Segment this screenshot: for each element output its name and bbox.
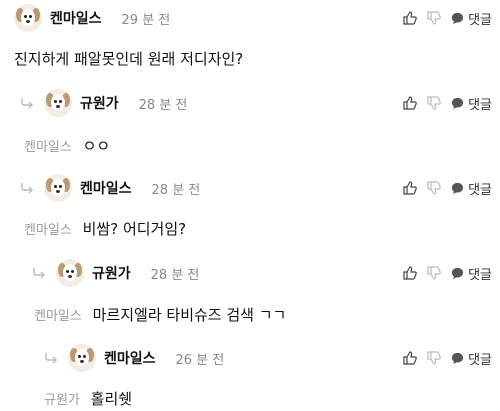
comment-header: 규원가 28 분 전 댓글 — [0, 255, 500, 291]
speech-bubble-icon — [452, 267, 464, 279]
avatar[interactable] — [68, 344, 96, 372]
speech-bubble-icon — [452, 352, 464, 364]
comment-text: 마르지엘라 타비슈즈 검색 ㄱㄱ — [92, 306, 287, 324]
avatar[interactable] — [44, 89, 72, 117]
comment-text: 비쌈? 어디거임? — [82, 220, 187, 238]
comment-actions: 댓글 — [403, 264, 492, 283]
thumbs-down-icon[interactable] — [427, 351, 441, 365]
reply-arrow-icon — [21, 98, 33, 109]
comment-actions: 댓글 — [403, 94, 492, 113]
mention-tag[interactable]: 규원가 — [44, 393, 80, 408]
reply-label: 댓글 — [468, 12, 492, 28]
mention-tag[interactable]: 켄마일스 — [24, 140, 72, 155]
avatar[interactable] — [14, 4, 42, 32]
thumbs-down-icon[interactable] — [427, 96, 441, 110]
comment-author[interactable]: 켄마일스 — [104, 348, 156, 368]
reply-label: 댓글 — [468, 182, 492, 198]
comment-author[interactable]: 켄마일스 — [80, 178, 132, 198]
thumbs-down-icon[interactable] — [427, 181, 441, 195]
thumbs-up-icon[interactable] — [403, 96, 417, 110]
speech-bubble-icon — [452, 12, 464, 24]
reply-arrow-icon — [33, 268, 45, 279]
speech-bubble-icon — [452, 182, 464, 194]
comment-body: 켄마일스 ㅇㅇ — [24, 135, 500, 156]
comment-text: 진지하게 패알못인데 원래 저디자인? — [14, 50, 244, 68]
reply-button[interactable]: 댓글 — [451, 264, 492, 283]
comment-body: 켄마일스 마르지엘라 타비슈즈 검색 ㄱㄱ — [34, 304, 500, 325]
reply-label: 댓글 — [468, 97, 492, 113]
mention-tag[interactable]: 켄마일스 — [24, 223, 72, 238]
comment-text: 홀리쉣 — [90, 390, 133, 408]
comment-actions: 댓글 — [403, 349, 492, 368]
thumbs-down-icon[interactable] — [427, 11, 441, 25]
reply-button[interactable]: 댓글 — [451, 349, 492, 368]
comment-author[interactable]: 규원가 — [92, 263, 131, 283]
thumbs-up-icon[interactable] — [403, 11, 417, 25]
comment-time: 29 분 전 — [121, 12, 171, 28]
comment-author[interactable]: 규원가 — [80, 93, 119, 113]
thumbs-up-icon[interactable] — [403, 351, 417, 365]
avatar[interactable] — [44, 174, 72, 202]
reply-label: 댓글 — [468, 267, 492, 283]
comment-body: 규원가 홀리쉣 — [44, 388, 500, 409]
mention-tag[interactable]: 켄마일스 — [34, 309, 82, 324]
comment-actions: 댓글 — [403, 179, 492, 198]
reply-arrow-icon — [45, 353, 57, 364]
reply-button[interactable]: 댓글 — [451, 94, 492, 113]
avatar[interactable] — [56, 259, 84, 287]
thumbs-up-icon[interactable] — [403, 181, 417, 195]
reply-arrow-icon — [21, 183, 33, 194]
thumbs-down-icon[interactable] — [427, 266, 441, 280]
comment-body: 진지하게 패알못인데 원래 저디자인? — [14, 48, 500, 69]
comment-header: 규원가 28 분 전 댓글 — [0, 85, 500, 121]
reply-label: 댓글 — [468, 352, 492, 368]
comment-text: ㅇㅇ — [82, 137, 111, 155]
comment-time: 28 분 전 — [138, 97, 188, 113]
reply-button[interactable]: 댓글 — [451, 9, 492, 28]
comment-author[interactable]: 켄마일스 — [50, 8, 102, 28]
comment-body: 켄마일스 비쌈? 어디거임? — [24, 218, 500, 239]
speech-bubble-icon — [452, 97, 464, 109]
comment-actions: 댓글 — [403, 9, 492, 28]
thumbs-up-icon[interactable] — [403, 266, 417, 280]
comment-header: 켄마일스 28 분 전 댓글 — [0, 170, 500, 206]
comment-header: 켄마일스 26 분 전 댓글 — [0, 340, 500, 376]
comment-header: 켄마일스 29 분 전 댓글 — [0, 0, 500, 36]
comment-time: 28 분 전 — [150, 267, 200, 283]
comment-time: 26 분 전 — [175, 352, 225, 368]
comment-time: 28 분 전 — [151, 182, 201, 198]
reply-button[interactable]: 댓글 — [451, 179, 492, 198]
